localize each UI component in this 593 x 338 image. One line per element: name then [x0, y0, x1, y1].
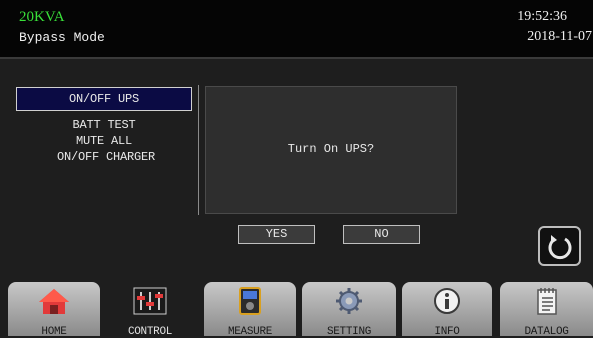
gear-icon	[336, 288, 362, 314]
meter-icon	[239, 287, 261, 315]
tab-measure-label: MEASURE	[227, 326, 273, 338]
tab-info[interactable]: INFO	[402, 282, 492, 338]
tab-home[interactable]: HOME	[8, 282, 100, 338]
header-divider	[0, 57, 593, 59]
menu-divider	[198, 85, 199, 215]
tab-setting[interactable]: SETTING	[302, 282, 396, 338]
tab-datalog-label: DATALOG	[524, 326, 569, 338]
menu-item-on-off-charger[interactable]: ON/OFF CHARGER	[16, 150, 196, 164]
menu-item-mute-all[interactable]: MUTE ALL	[16, 134, 192, 148]
dialog-message: Turn On UPS?	[287, 142, 375, 156]
no-button[interactable]: NO	[343, 225, 420, 244]
ups-mode-status: Bypass Mode	[19, 30, 105, 45]
menu-item-batt-test[interactable]: BATT TEST	[16, 118, 192, 132]
tab-home-label: HOME	[41, 326, 67, 338]
clock-date: 2018-11-07	[527, 29, 592, 44]
tab-control[interactable]: CONTROL	[104, 282, 196, 338]
confirm-dialog: Turn On UPS?	[205, 86, 457, 214]
tab-datalog[interactable]: DATALOG	[500, 282, 593, 338]
info-icon	[434, 288, 460, 314]
clock-time: 19:52:36	[517, 9, 567, 24]
bottom-tab-bar: HOME CONTROL MEASURE SETTING INFO DATALO…	[0, 276, 593, 338]
header-bar: 20KVA Bypass Mode 19:52:36 2018-11-07	[0, 0, 593, 57]
notebook-icon	[536, 288, 557, 315]
home-icon	[39, 289, 69, 314]
yes-button[interactable]: YES	[238, 225, 315, 244]
tab-control-label: CONTROL	[127, 326, 173, 338]
back-button[interactable]	[538, 226, 581, 266]
refresh-icon	[548, 235, 572, 260]
tab-measure[interactable]: MEASURE	[204, 282, 296, 338]
sliders-icon	[133, 287, 167, 315]
tab-setting-label: SETTING	[326, 326, 372, 338]
menu-item-on-off-ups[interactable]: ON/OFF UPS	[16, 87, 192, 111]
tab-info-label: INFO	[434, 326, 460, 338]
ups-model: 20KVA	[19, 9, 65, 25]
